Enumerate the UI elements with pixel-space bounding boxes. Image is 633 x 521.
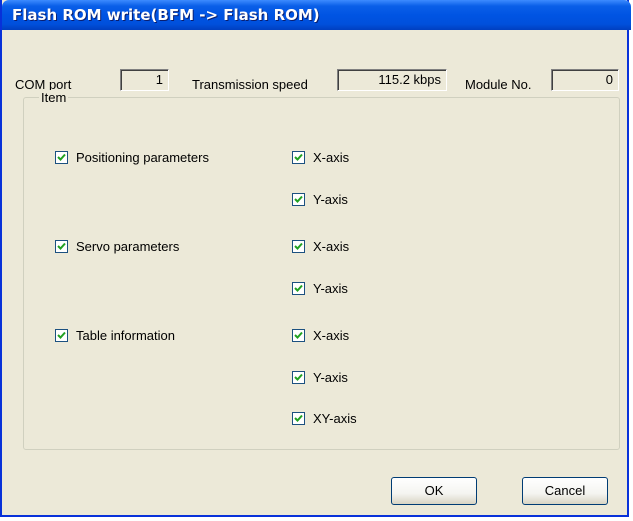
checkbox-box	[292, 282, 305, 295]
checkmark-icon	[294, 373, 303, 381]
checkbox-box	[292, 240, 305, 253]
module-no-label: Module No.	[465, 77, 532, 92]
positioning-x-axis-label: X-axis	[313, 150, 350, 165]
cancel-button[interactable]: Cancel	[522, 477, 608, 505]
table-xy-axis-label: XY-axis	[313, 411, 357, 426]
flash-rom-write-dialog: Flash ROM write(BFM -> Flash ROM) COM po…	[0, 0, 631, 517]
table-y-axis-label: Y-axis	[313, 370, 348, 385]
checkmark-icon	[294, 331, 303, 339]
checkmark-icon	[57, 153, 66, 161]
item-group-label: Item	[39, 90, 69, 105]
title-bar[interactable]: Flash ROM write(BFM -> Flash ROM)	[2, 0, 631, 30]
checkmark-icon	[57, 331, 66, 339]
checkbox-box	[55, 240, 68, 253]
servo-parameters-label: Servo parameters	[76, 239, 180, 254]
checkmark-icon	[294, 242, 303, 250]
checkmark-icon	[294, 195, 303, 203]
checkbox-box	[55, 329, 68, 342]
checkbox-box	[55, 151, 68, 164]
transmission-speed-label: Transmission speed	[192, 77, 308, 92]
window-title: Flash ROM write(BFM -> Flash ROM)	[12, 6, 320, 24]
checkbox-box	[292, 371, 305, 384]
checkmark-icon	[294, 414, 303, 422]
table-x-axis-label: X-axis	[313, 328, 350, 343]
checkmark-icon	[57, 242, 66, 250]
com-port-field: 1	[120, 69, 169, 91]
checkbox-box	[292, 412, 305, 425]
checkbox-box	[292, 329, 305, 342]
checkbox-box	[292, 151, 305, 164]
positioning-y-axis-label: Y-axis	[313, 192, 348, 207]
checkmark-icon	[294, 153, 303, 161]
table-information-label: Table information	[76, 328, 175, 343]
dialog-client: COM port 1 Transmission speed 115.2 kbps…	[2, 30, 627, 515]
module-no-field: 0	[551, 69, 619, 91]
ok-button[interactable]: OK	[391, 477, 477, 505]
checkbox-box	[292, 193, 305, 206]
positioning-parameters-label: Positioning parameters	[76, 150, 209, 165]
servo-y-axis-label: Y-axis	[313, 281, 348, 296]
transmission-speed-field: 115.2 kbps	[337, 69, 447, 91]
servo-x-axis-label: X-axis	[313, 239, 350, 254]
checkmark-icon	[294, 284, 303, 292]
